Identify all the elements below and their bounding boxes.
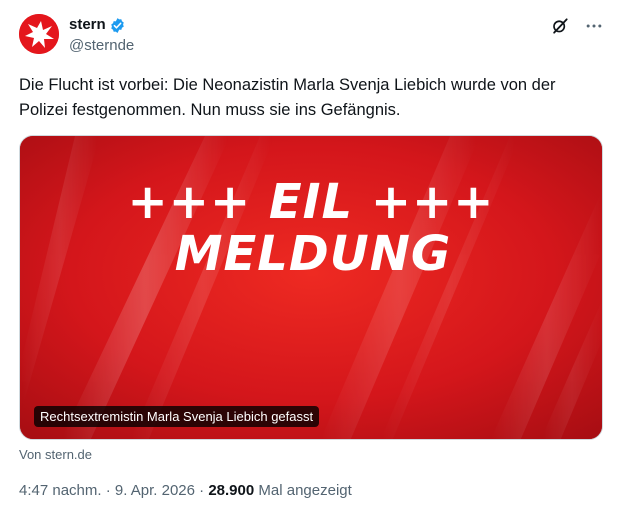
meta-separator: ·: [105, 482, 111, 499]
more-icon[interactable]: [584, 16, 604, 36]
views-label: Mal angezeigt: [258, 482, 352, 499]
tweet-card: stern @sternde Die Flucht ist vorbei: Di…: [0, 0, 620, 517]
tweet-meta: 4:47 nachm. · 9. Apr. 2026 · 28.900 Mal …: [19, 481, 352, 501]
account-handle[interactable]: @sternde: [69, 36, 134, 56]
views-count: 28.900: [208, 482, 255, 499]
account-name[interactable]: stern: [69, 15, 106, 35]
meta-separator: ·: [199, 482, 205, 499]
media-caption: Rechtsextremistin Marla Svenja Liebich g…: [34, 406, 320, 427]
tweet-text: Die Flucht ist vorbei: Die Neonazistin M…: [19, 76, 556, 119]
breaking-news-line1: +++ EIL +++: [127, 174, 495, 230]
author-block: stern @sternde: [69, 15, 134, 56]
post-time[interactable]: 4:47 nachm.: [19, 482, 102, 499]
media-card[interactable]: +++ EIL +++ MELDUNG Rechtsextremistin Ma…: [19, 135, 603, 440]
avatar[interactable]: [19, 14, 59, 54]
post-date[interactable]: 9. Apr. 2026: [115, 482, 195, 499]
link-source[interactable]: Von stern.de: [19, 446, 92, 463]
stern-logo-icon: [19, 14, 59, 54]
grok-icon[interactable]: [550, 16, 570, 36]
breaking-news-line2: MELDUNG: [174, 226, 452, 282]
verified-badge-icon: [110, 17, 124, 33]
top-actions: [550, 16, 604, 36]
